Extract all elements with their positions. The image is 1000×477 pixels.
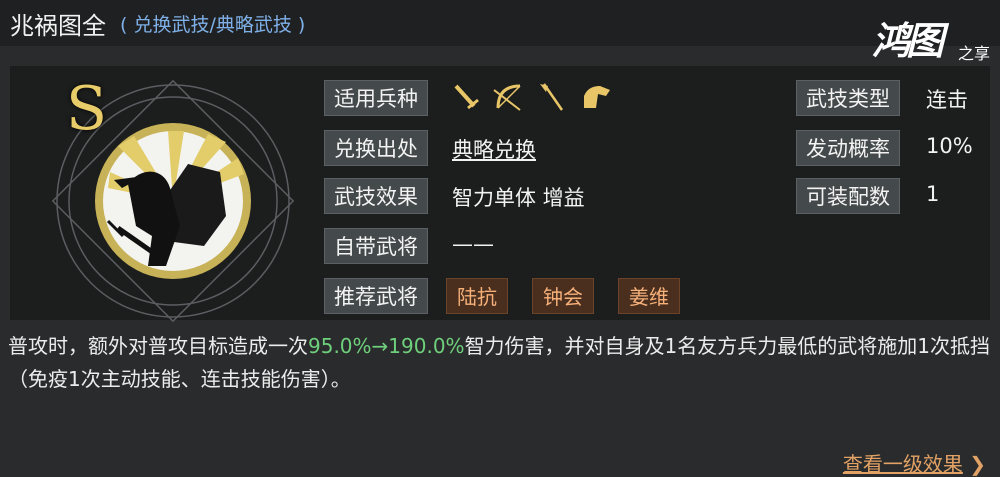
skill-subtitle: ( 兑换武技/典略武技 ) bbox=[120, 14, 306, 36]
description-text-part1: 普攻时，额外对普攻目标造成一次 bbox=[8, 334, 308, 358]
bow-icon bbox=[493, 84, 521, 111]
horse-icon bbox=[584, 86, 610, 108]
effect-value: 智力单体 增益 bbox=[452, 186, 585, 210]
chevron-right-icon: ❯ bbox=[969, 452, 986, 476]
recommended-general[interactable]: 姜维 bbox=[618, 278, 680, 314]
trigger-rate-value: 10% bbox=[926, 134, 973, 158]
effect-label: 武技效果 bbox=[324, 178, 428, 214]
skill-type-label: 武技类型 bbox=[796, 80, 900, 116]
watermark-logo: 鸿图 之享 bbox=[872, 8, 992, 68]
trigger-rate-label: 发动概率 bbox=[796, 130, 900, 166]
source-label: 兑换出处 bbox=[324, 130, 428, 166]
recommended-label: 推荐武将 bbox=[324, 278, 428, 314]
view-level-one-effect-button[interactable]: 查看一级效果 ❯ bbox=[843, 448, 986, 477]
equip-count-value: 1 bbox=[926, 182, 940, 206]
spear-icon bbox=[540, 83, 564, 111]
recommended-general[interactable]: 陆抗 bbox=[446, 278, 508, 314]
skill-description: 普攻时，额外对普攻目标造成一次95.0%→190.0%智力伤害，并对自身及1名友… bbox=[8, 330, 992, 396]
own-general-value: —— bbox=[452, 232, 494, 256]
recommended-general[interactable]: 钟会 bbox=[532, 278, 594, 314]
view-level-one-effect-label: 查看一级效果 bbox=[842, 452, 963, 476]
skill-title: 兆祸图全 bbox=[10, 12, 106, 40]
logo-text: 鸿图 bbox=[872, 18, 944, 63]
equip-count-label: 可装配数 bbox=[796, 178, 900, 214]
header-bar: 兆祸图全 ( 兑换武技/典略武技 ) bbox=[0, 0, 1000, 46]
unit-type-icons bbox=[454, 83, 610, 111]
grade-badge: S bbox=[66, 74, 108, 144]
unit-type-label: 适用兵种 bbox=[324, 80, 428, 116]
sword-icon bbox=[454, 84, 479, 110]
source-link[interactable]: 典略兑换 bbox=[452, 134, 536, 164]
own-general-label: 自带武将 bbox=[324, 228, 428, 264]
logo-sub: 之享 bbox=[957, 44, 990, 63]
description-highlight: 95.0%→190.0% bbox=[308, 334, 465, 358]
skill-type-value: 连击 bbox=[926, 88, 968, 112]
